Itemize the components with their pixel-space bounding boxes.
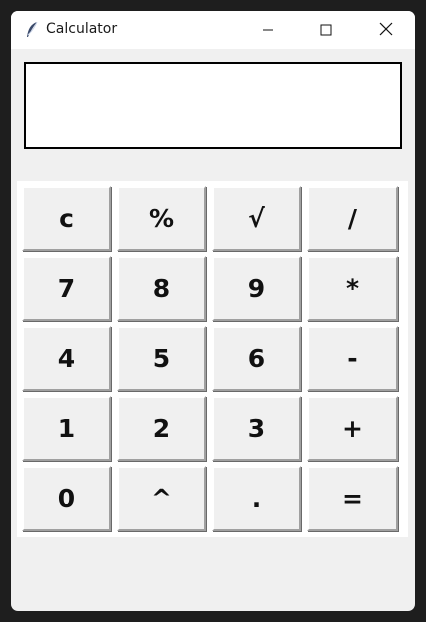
three-button[interactable]: 3 (212, 396, 301, 461)
zero-button[interactable]: 0 (22, 466, 111, 531)
two-button[interactable]: 2 (117, 396, 206, 461)
clear-button[interactable]: c (22, 186, 111, 251)
keypad: c % √ / 7 8 9 * 4 5 6 - 1 2 3 + 0 ^ . = (17, 181, 408, 537)
seven-button[interactable]: 7 (22, 256, 111, 321)
five-button[interactable]: 5 (117, 326, 206, 391)
equals-button[interactable]: = (307, 466, 398, 531)
subtract-button[interactable]: - (307, 326, 398, 391)
feather-icon (25, 21, 39, 39)
one-button[interactable]: 1 (22, 396, 111, 461)
percent-button[interactable]: % (117, 186, 206, 251)
close-icon (379, 21, 393, 40)
maximize-button[interactable] (297, 11, 355, 49)
calculator-window: Calculator c % √ / 7 8 9 * 4 5 6 - 1 2 3… (11, 11, 415, 611)
four-button[interactable]: 4 (22, 326, 111, 391)
close-button[interactable] (357, 11, 415, 49)
multiply-button[interactable]: * (307, 256, 398, 321)
power-button[interactable]: ^ (117, 466, 206, 531)
nine-button[interactable]: 9 (212, 256, 301, 321)
eight-button[interactable]: 8 (117, 256, 206, 321)
sqrt-button[interactable]: √ (212, 186, 301, 251)
decimal-button[interactable]: . (212, 466, 301, 531)
minimize-icon (262, 21, 274, 40)
divide-button[interactable]: / (307, 186, 398, 251)
calculator-display[interactable] (24, 62, 402, 149)
maximize-icon (320, 21, 332, 40)
title-bar[interactable]: Calculator (11, 11, 415, 49)
window-title: Calculator (46, 21, 118, 37)
add-button[interactable]: + (307, 396, 398, 461)
minimize-button[interactable] (239, 11, 297, 49)
six-button[interactable]: 6 (212, 326, 301, 391)
